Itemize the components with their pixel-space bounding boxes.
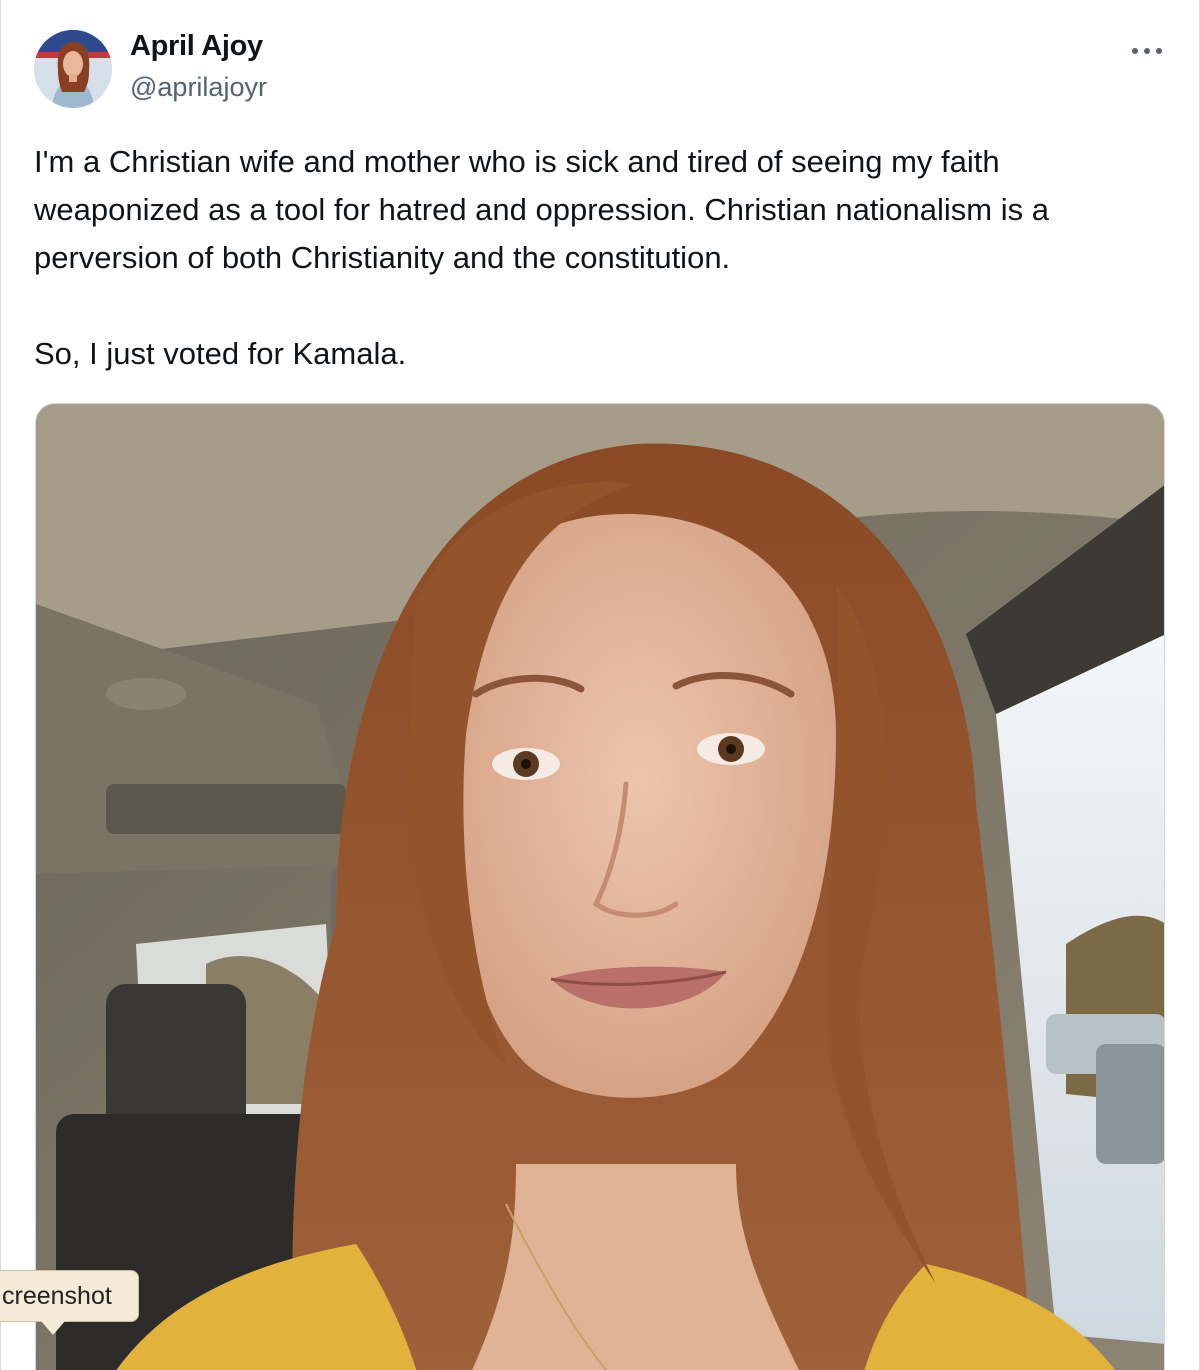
author-handle[interactable]: @aprilajoyr <box>130 72 267 103</box>
more-horizontal-icon <box>1132 48 1162 54</box>
screenshot-tag: creenshot <box>0 1270 139 1322</box>
tweet-paragraph: So, I just voted for Kamala. <box>34 336 407 371</box>
screenshot-tag-pointer <box>41 1321 65 1335</box>
selfie-photo-illustration <box>36 404 1164 1370</box>
avatar[interactable] <box>34 30 112 108</box>
avatar-image <box>34 30 112 108</box>
tweet-text: I'm a Christian wife and mother who is s… <box>34 138 1169 378</box>
tweet-card: April Ajoy @aprilajoyr I'm a Christian w… <box>0 0 1200 1370</box>
more-options-button[interactable] <box>1127 36 1167 66</box>
tweet-paragraph: I'm a Christian wife and mother who is s… <box>34 144 1058 275</box>
author-display-name[interactable]: April Ajoy <box>130 30 263 63</box>
tweet-photo[interactable] <box>35 403 1165 1370</box>
